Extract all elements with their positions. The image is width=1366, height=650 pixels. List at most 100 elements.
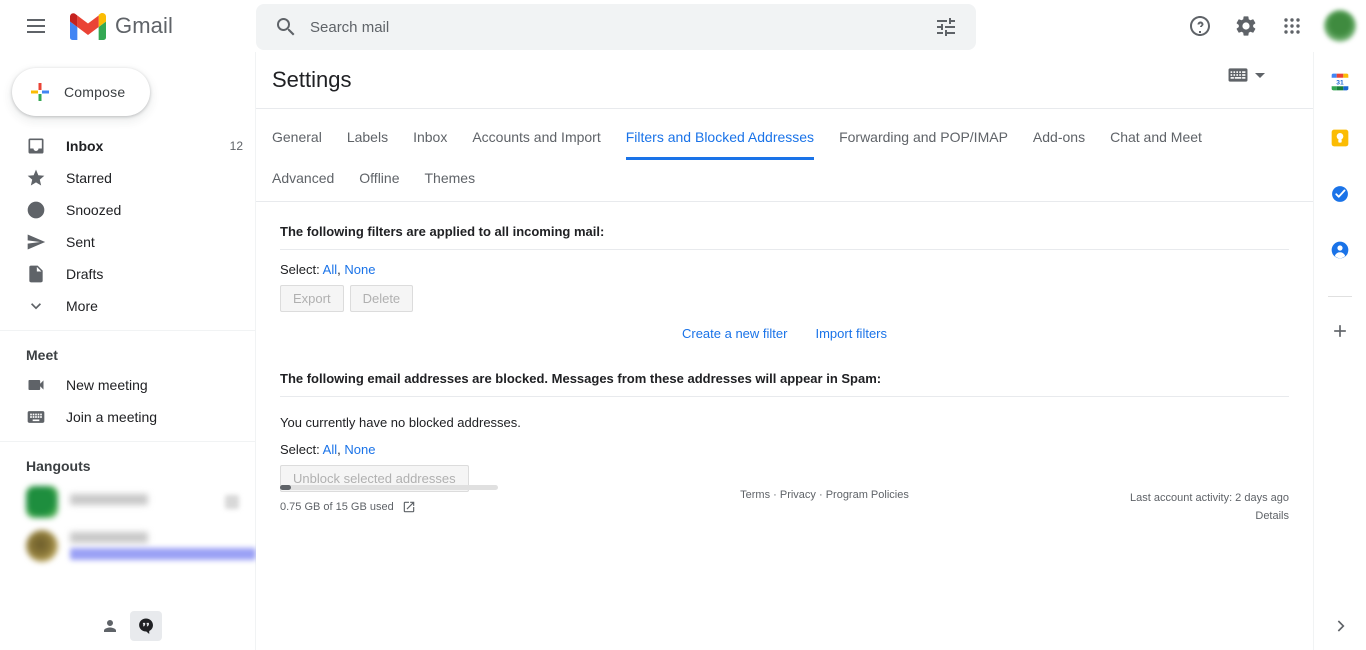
hangouts-contact-status (70, 548, 256, 560)
tab-add-ons[interactable]: Add-ons (1033, 119, 1085, 160)
hangouts-contact-row[interactable] (0, 524, 256, 568)
tab-inbox[interactable]: Inbox (413, 119, 447, 160)
hangouts-contact-text (70, 494, 213, 510)
star-icon (27, 169, 45, 186)
hangouts-contact-name (70, 494, 148, 505)
storage-text-row: 0.75 GB of 15 GB used (280, 500, 610, 514)
compose-button[interactable]: Compose (12, 68, 150, 116)
delete-button[interactable]: Delete (349, 285, 414, 312)
select-none-link[interactable]: None (344, 442, 375, 457)
blocked-select-row: Select: All, None (280, 430, 1289, 461)
hangouts-chat-icon[interactable] (130, 611, 162, 641)
google-apps-icon[interactable] (1272, 6, 1312, 46)
tab-chat-and-meet[interactable]: Chat and Meet (1110, 119, 1202, 160)
clock-icon (27, 201, 45, 219)
google-keep-icon[interactable] (1330, 128, 1350, 148)
send-icon (27, 234, 46, 250)
select-all-link[interactable]: All (323, 262, 337, 277)
search-options-icon[interactable] (934, 15, 958, 39)
sidebar-item-join-meeting[interactable]: Join a meeting (0, 401, 255, 433)
left-sidebar: Compose Inbox 12 Starred Snoozed Sent Dr… (0, 52, 256, 650)
plus-icon (31, 83, 49, 101)
sidebar-item-label: Sent (66, 234, 95, 250)
sidebar-item-label: Inbox (66, 138, 104, 154)
keyboard-icon (1228, 68, 1248, 82)
settings-panel: Settings General Labels Inbox Accounts a… (256, 52, 1313, 650)
sidebar-item-label: Join a meeting (66, 409, 158, 425)
hamburger-icon[interactable] (12, 2, 60, 50)
hangouts-contact-row[interactable] (0, 480, 255, 524)
tab-advanced[interactable]: Advanced (272, 160, 334, 201)
storage-bar-fill (280, 485, 291, 490)
draft-icon (29, 265, 43, 283)
create-new-filter-link[interactable]: Create a new filter (682, 326, 788, 341)
sidebar-item-starred[interactable]: Starred (0, 162, 255, 194)
import-filters-link[interactable]: Import filters (815, 326, 887, 341)
google-contacts-icon[interactable] (1330, 240, 1350, 260)
avatar[interactable] (1324, 10, 1356, 42)
help-icon[interactable] (1180, 6, 1220, 46)
inbox-count: 12 (229, 139, 243, 153)
blocked-empty-text: You currently have no blocked addresses. (280, 415, 521, 430)
select-none-link[interactable]: None (344, 262, 375, 277)
sidebar-divider-2 (0, 441, 255, 442)
gear-icon[interactable] (1226, 6, 1266, 46)
tab-themes[interactable]: Themes (425, 160, 476, 201)
select-all-link[interactable]: All (323, 442, 337, 457)
more-options-icon[interactable] (225, 495, 239, 509)
tab-forwarding-and-pop-imap[interactable]: Forwarding and POP/IMAP (839, 119, 1008, 160)
meet-section-title: Meet (26, 347, 58, 363)
select-separator: , (337, 442, 341, 457)
sidebar-item-drafts[interactable]: Drafts (0, 258, 255, 290)
person-icon[interactable] (94, 611, 126, 641)
tab-accounts-and-import[interactable]: Accounts and Import (472, 119, 600, 160)
legal-links[interactable]: Terms · Privacy · Program Policies (610, 477, 1039, 501)
tab-filters-and-blocked-addresses[interactable]: Filters and Blocked Addresses (625, 119, 815, 160)
search-bar[interactable] (256, 4, 976, 50)
rail-divider (1328, 296, 1352, 297)
search-input[interactable] (310, 18, 934, 36)
filters-heading: The following filters are applied to all… (280, 202, 1289, 250)
settings-tabs: General Labels Inbox Accounts and Import… (256, 109, 1313, 202)
account-activity: Last account activity: 2 days ago Detail… (1039, 477, 1289, 525)
google-tasks-icon[interactable] (1330, 184, 1350, 204)
tab-offline[interactable]: Offline (359, 160, 399, 201)
google-calendar-icon[interactable]: 31 (1330, 72, 1350, 92)
chevron-down-icon (31, 303, 41, 310)
hangouts-contact-name (70, 532, 148, 543)
filters-links-row: Create a new filter Import filters (280, 312, 1289, 349)
select-label: Select: (280, 442, 320, 457)
sidebar-item-label: Starred (66, 170, 112, 186)
settings-tabs-row-2: Advanced Offline Themes (272, 160, 1297, 201)
external-link-icon[interactable] (402, 500, 416, 514)
top-app-bar: Gmail (0, 0, 1366, 52)
sidebar-item-new-meeting[interactable]: New meeting (0, 369, 255, 401)
sidebar-item-label: More (66, 298, 98, 314)
tab-general[interactable]: General (272, 119, 322, 160)
sidebar-item-snoozed[interactable]: Snoozed (0, 194, 255, 226)
top-bar-actions (1180, 0, 1356, 52)
mail-nav-list: Inbox 12 Starred Snoozed Sent Drafts Mor… (0, 130, 255, 322)
gmail-logo-icon (70, 12, 106, 40)
sidebar-item-sent[interactable]: Sent (0, 226, 255, 258)
last-activity-label: Last account activity: 2 days ago (1130, 492, 1289, 504)
svg-text:31: 31 (1336, 80, 1344, 87)
storage-usage-label: 0.75 GB of 15 GB used (280, 501, 394, 513)
hangouts-contact-text (70, 532, 256, 560)
tab-labels[interactable]: Labels (347, 119, 388, 160)
legal-text: Terms · Privacy · Program Policies (740, 489, 909, 501)
compose-label: Compose (64, 84, 126, 100)
search-icon (277, 18, 295, 36)
sidebar-item-more[interactable]: More (0, 290, 255, 322)
export-button[interactable]: Export (280, 285, 344, 312)
input-tools-selector[interactable] (1228, 68, 1265, 82)
sidebar-item-inbox[interactable]: Inbox 12 (0, 130, 255, 162)
gmail-brand[interactable]: Gmail (70, 12, 173, 40)
select-label: Select: (280, 262, 320, 277)
plus-icon[interactable] (1330, 321, 1350, 341)
chevron-right-icon[interactable] (1330, 616, 1350, 636)
details-link[interactable]: Details (1039, 507, 1289, 525)
page-title: Settings (272, 67, 352, 92)
sidebar-item-label: Drafts (66, 266, 104, 282)
sidebar-item-label: New meeting (66, 377, 148, 393)
